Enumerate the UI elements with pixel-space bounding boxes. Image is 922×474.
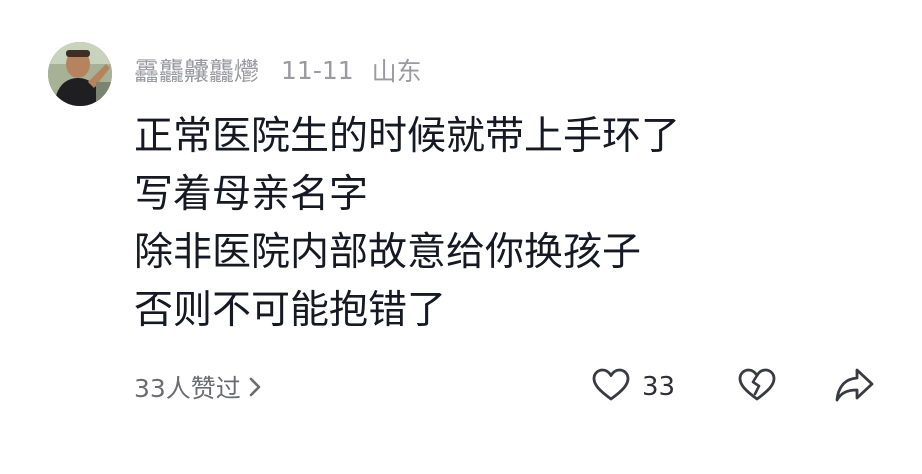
comment-text-line: 否则不可能抱错了 <box>134 288 447 333</box>
like-button[interactable]: 33 <box>592 366 675 408</box>
comment-footer: 33人赞过 33 <box>134 366 879 408</box>
comment-text-line: 除非医院内部故意给你换孩子 <box>134 230 642 275</box>
comment-text-line: 写着母亲名字 <box>134 172 369 217</box>
comment-date: 11-11 <box>281 55 354 85</box>
author-name[interactable]: 靐龘齉龘爩 <box>134 52 259 88</box>
comment-location: 山东 <box>371 57 422 86</box>
comment-text-line: 正常医院生的时候就带上手环了 <box>134 114 681 159</box>
chevron-right-icon <box>249 377 261 397</box>
like-count: 33 <box>642 372 676 402</box>
dislike-button[interactable] <box>738 366 776 408</box>
share-button[interactable] <box>834 366 874 408</box>
comment-meta: 靐龘齉龘爩 11-11 山东 <box>134 52 422 88</box>
avatar[interactable] <box>48 42 112 106</box>
share-arrow-icon <box>834 367 874 407</box>
liked-by-link[interactable]: 33人赞过 <box>134 366 261 408</box>
comment-item: 靐龘齉龘爩 11-11 山东 正常医院生的时候就带上手环了 写着母亲名字 除非医… <box>0 0 922 474</box>
avatar-photo-icon <box>48 42 112 106</box>
comment-text: 正常医院生的时候就带上手环了 写着母亲名字 除非医院内部故意给你换孩子 否则不可… <box>134 108 680 340</box>
liked-by-label: 33人赞过 <box>134 374 241 403</box>
heart-outline-icon <box>592 368 630 406</box>
broken-heart-icon <box>738 368 776 406</box>
